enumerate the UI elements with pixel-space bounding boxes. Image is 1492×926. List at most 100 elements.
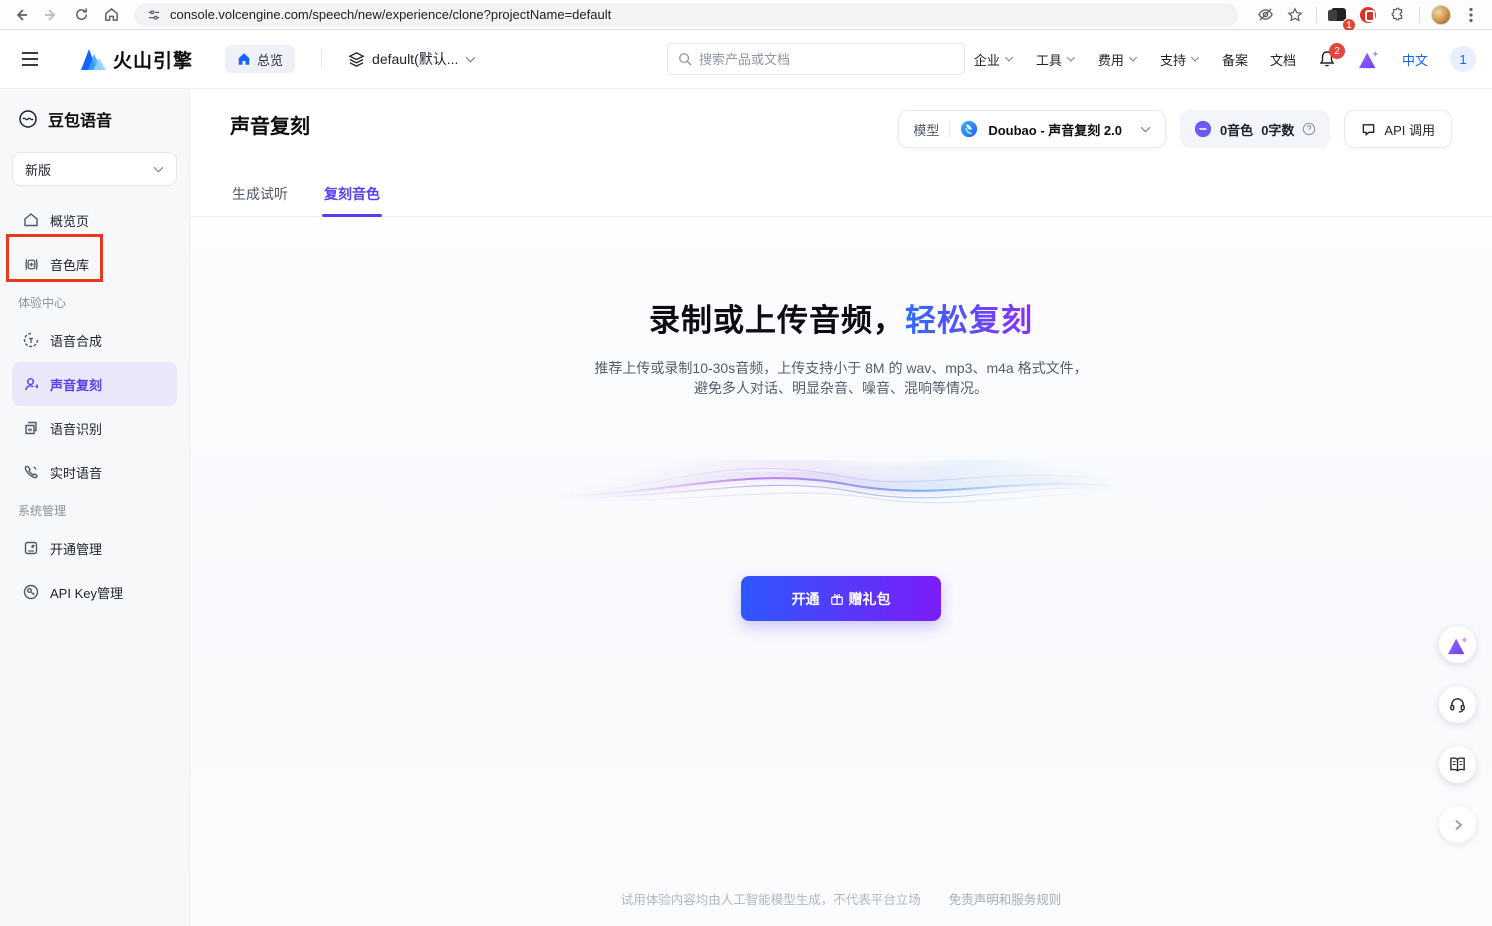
divider [1419, 7, 1420, 23]
disclaimer-link[interactable]: 免责声明和服务规则 [949, 893, 1062, 907]
reload-icon[interactable] [68, 2, 94, 28]
model-label: 模型 [913, 120, 939, 139]
question-circle-icon[interactable] [1302, 122, 1316, 136]
version-selector[interactable]: 新版 [12, 152, 177, 186]
url-text[interactable]: console.volcengine.com/speech/new/experi… [170, 7, 611, 22]
sidebar-item-overview[interactable]: 概览页 [12, 198, 177, 242]
tabs: 生成试听 复刻音色 [190, 174, 1492, 217]
chevron-right-icon [1452, 819, 1464, 831]
api-call-button[interactable]: API 调用 [1344, 110, 1452, 148]
sidebar: 豆包语音 新版 概览页 音色库 体验中心 语音合成 声音复刻 [0, 88, 190, 926]
tab-generate-preview[interactable]: 生成试听 [230, 174, 290, 216]
chevron-down-icon [153, 166, 164, 173]
nav-support[interactable]: 支持 [1160, 50, 1200, 69]
floating-actions [1439, 626, 1476, 843]
nav-tools[interactable]: 工具 [1036, 50, 1076, 69]
project-name: default(默认... [372, 49, 458, 69]
notification-badge: 2 [1329, 43, 1345, 59]
ai-assistant-icon[interactable] [1358, 49, 1380, 69]
main-header: 声音复刻 模型 Doubao - 声音复刻 2.0 [190, 88, 1492, 148]
activation-doc-icon [22, 539, 40, 557]
nav-billing[interactable]: 费用 [1098, 50, 1138, 69]
voice-clone-icon [22, 375, 40, 393]
extension-red-icon[interactable] [1355, 2, 1381, 28]
sidebar-item-api-key[interactable]: API Key管理 [12, 570, 177, 614]
logo-text: 火山引擎 [113, 46, 193, 73]
language-switch[interactable]: 中文 [1402, 50, 1428, 69]
quota-icon [1194, 120, 1212, 138]
gift-icon [830, 592, 844, 606]
quota-stats[interactable]: 0音色 0字数 [1180, 110, 1330, 148]
hero-title: 录制或上传音频，轻松复刻 [649, 295, 1033, 340]
tab-clone-voice[interactable]: 复刻音色 [322, 174, 382, 216]
activate-label: 开通 [792, 589, 820, 609]
hero-title-accent: 轻松复刻 [905, 303, 1033, 338]
volcengine-logo[interactable]: 火山引擎 [80, 46, 193, 73]
header-controls: 模型 Doubao - 声音复刻 2.0 0音色 [898, 110, 1452, 148]
audio-wave-graphic [551, 440, 1131, 540]
sidebar-item-realtime[interactable]: 实时语音 [12, 450, 177, 494]
speech-recognition-icon [22, 419, 40, 437]
notification-bell-icon[interactable]: 2 [1318, 50, 1336, 68]
console-shell: 豆包语音 新版 概览页 音色库 体验中心 语音合成 声音复刻 [0, 88, 1492, 926]
divider [1316, 7, 1317, 23]
voice-library-icon [22, 255, 40, 273]
ai-assistant-fab[interactable] [1439, 626, 1476, 663]
chevron-down-icon [1190, 56, 1200, 62]
bookmark-star-icon[interactable] [1282, 2, 1308, 28]
eye-off-icon[interactable] [1252, 2, 1278, 28]
support-fab[interactable] [1439, 686, 1476, 723]
browser-menu-icon[interactable] [1458, 2, 1484, 28]
footer: 试用体验内容均由人工智能模型生成，不代表平台立场 免责声明和服务规则 [190, 889, 1492, 908]
nav-docs[interactable]: 文档 [1270, 50, 1296, 69]
sidebar-item-activation[interactable]: 开通管理 [12, 526, 177, 570]
nav-enterprise[interactable]: 企业 [974, 50, 1014, 69]
chevron-down-icon [1066, 56, 1076, 62]
sidebar-item-tts[interactable]: 语音合成 [12, 318, 177, 362]
layers-icon [348, 51, 365, 68]
extensions-puzzle-icon[interactable] [1385, 2, 1411, 28]
open-book-icon [1448, 755, 1467, 774]
menu-hamburger-icon[interactable] [16, 45, 44, 73]
content-area: 录制或上传音频，轻松复刻 推荐上传或录制10-30s音频，上传支持小于 8M 的… [190, 217, 1492, 926]
nav-filing[interactable]: 备案 [1222, 50, 1248, 69]
chevron-down-icon [1128, 56, 1138, 62]
realtime-voice-icon [22, 463, 40, 481]
search-box[interactable] [667, 43, 965, 75]
headset-icon [1448, 695, 1467, 714]
hero-description: 推荐上传或录制10-30s音频，上传支持小于 8M 的 wav、mp3、m4a … [594, 358, 1087, 398]
doubao-model-icon [960, 120, 978, 138]
product-title: 豆包语音 [48, 107, 112, 131]
hero-desc-line2: 避免多人对话、明显杂音、噪音、混响等情况。 [594, 378, 1087, 398]
address-bar[interactable]: console.volcengine.com/speech/new/experi… [134, 3, 1238, 27]
site-settings-icon[interactable] [146, 7, 162, 23]
chevron-down-icon [1004, 56, 1014, 62]
sidebar-section-system: 系统管理 [12, 494, 177, 526]
collapse-fab[interactable] [1439, 806, 1476, 843]
activate-button[interactable]: 开通 赠礼包 [741, 576, 941, 621]
search-input[interactable] [699, 52, 954, 67]
overview-button[interactable]: 总览 [225, 45, 295, 73]
user-avatar[interactable]: 1 [1450, 46, 1476, 72]
sidebar-section-experience: 体验中心 [12, 286, 177, 318]
volcengine-mountain-icon [80, 48, 106, 70]
char-count: 0字数 [1261, 120, 1294, 139]
extension-tab-icon[interactable]: 1 [1325, 2, 1351, 28]
divider [321, 50, 322, 68]
docs-fab[interactable] [1439, 746, 1476, 783]
model-selector[interactable]: 模型 Doubao - 声音复刻 2.0 [898, 110, 1166, 148]
chevron-down-icon [465, 56, 476, 63]
sidebar-item-asr[interactable]: 语音识别 [12, 406, 177, 450]
topnav-links: 企业 工具 费用 支持 备案 文档 2 中文 1 [974, 46, 1476, 72]
profile-avatar[interactable] [1428, 2, 1454, 28]
home-icon[interactable] [98, 2, 124, 28]
back-icon[interactable] [8, 2, 34, 28]
page: console.volcengine.com/speech/new/experi… [0, 0, 1492, 926]
divider [949, 121, 950, 137]
project-selector[interactable]: default(默认... [348, 49, 476, 69]
sidebar-item-voice-library[interactable]: 音色库 [12, 242, 177, 286]
overview-label: 总览 [257, 50, 283, 69]
forward-icon[interactable] [38, 2, 64, 28]
sidebar-item-voice-clone[interactable]: 声音复刻 [12, 362, 177, 406]
disclaimer-text: 试用体验内容均由人工智能模型生成，不代表平台立场 [621, 893, 921, 907]
